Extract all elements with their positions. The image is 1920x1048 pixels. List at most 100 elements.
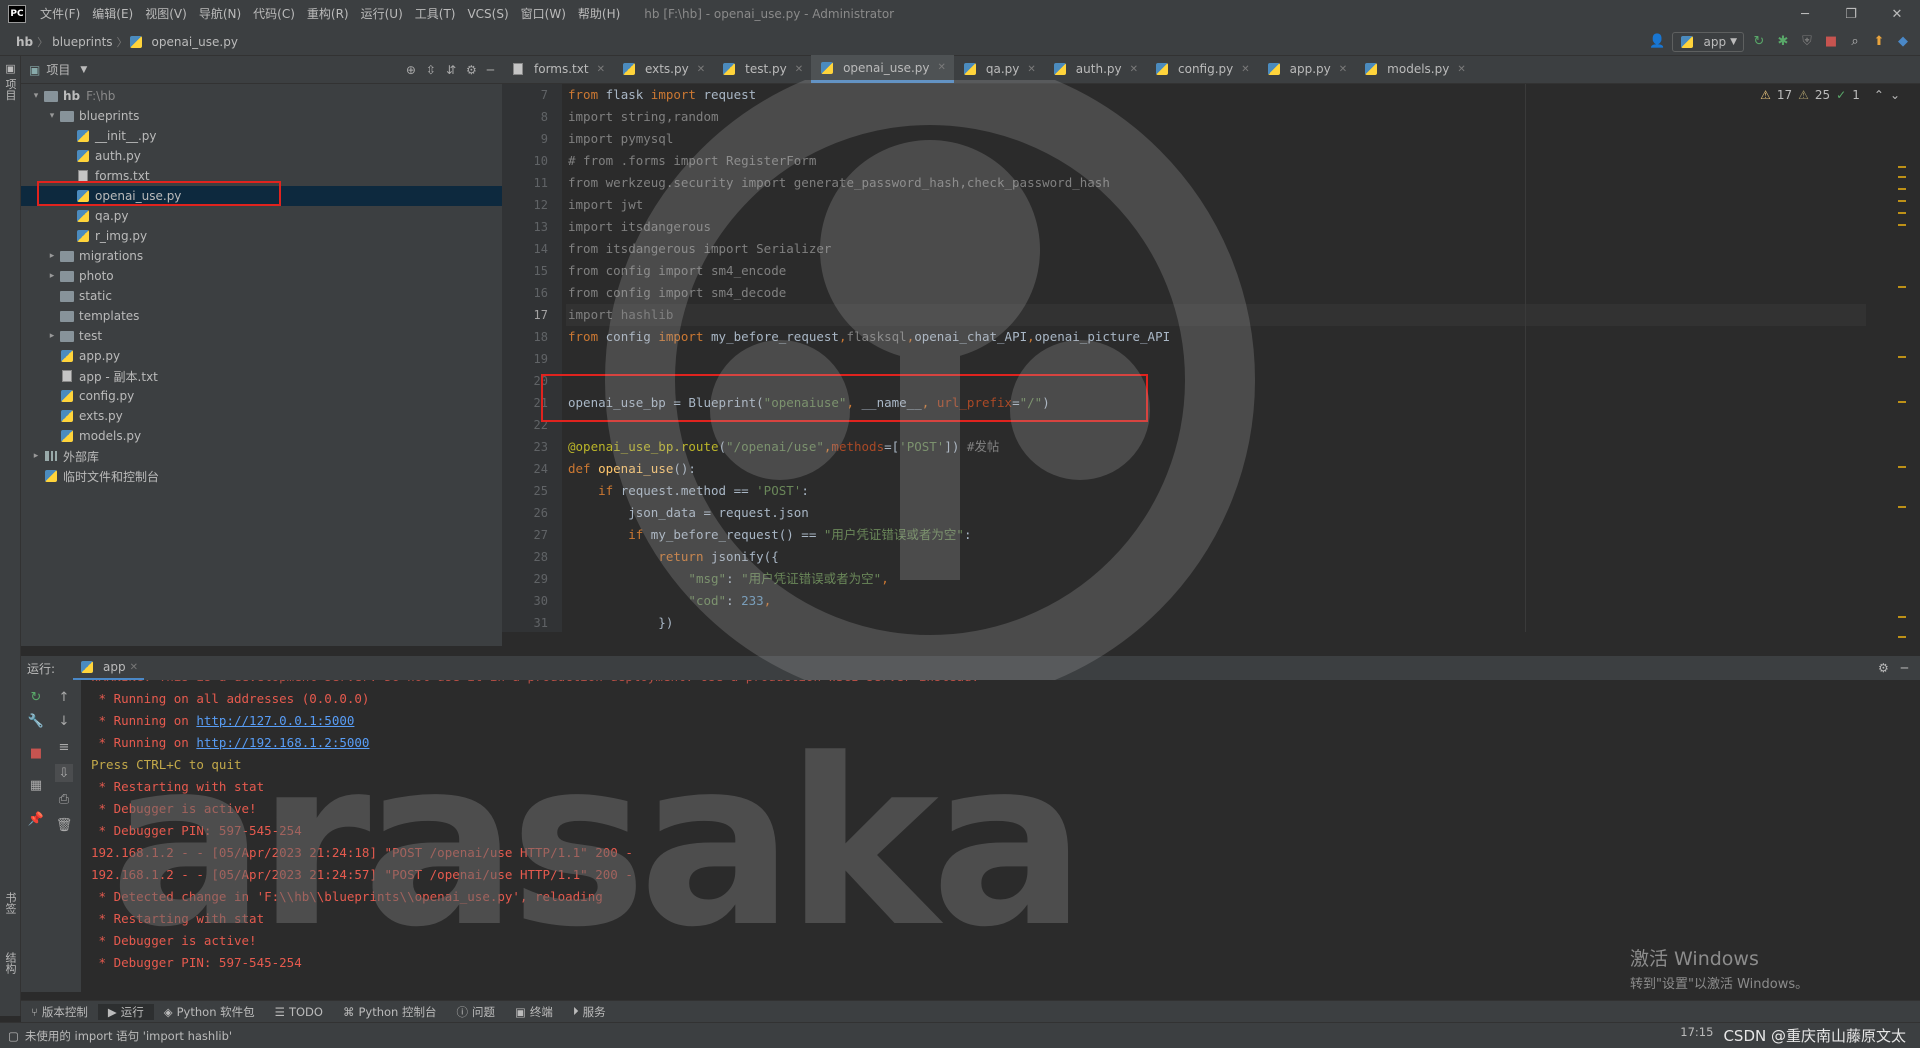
breadcrumb-project[interactable]: hb	[12, 35, 37, 49]
close-icon[interactable]: ✕	[1027, 64, 1035, 75]
console-link[interactable]: http://192.168.1.2:5000	[196, 735, 369, 750]
run-config-selector[interactable]: app ▼	[1672, 31, 1744, 52]
editor-tab[interactable]: test.py ✕	[713, 55, 811, 83]
menu-item[interactable]: 重构(R)	[301, 0, 355, 28]
arrow-up-icon[interactable]: ↑	[55, 688, 73, 706]
stop-icon[interactable]: ■	[27, 744, 45, 762]
bottom-tab[interactable]: ⏵ 服务	[563, 1004, 616, 1020]
breadcrumb-folder[interactable]: blueprints	[48, 35, 116, 49]
user-icon[interactable]: 👤	[1648, 33, 1666, 51]
bottom-tab[interactable]: ⑂ 版本控制	[21, 1004, 98, 1020]
editor-tab[interactable]: forms.txt ✕	[502, 55, 613, 83]
editor-tab[interactable]: app.py ✕	[1258, 55, 1356, 83]
project-tool-tab[interactable]: ▣ 项目	[0, 56, 20, 107]
menu-item[interactable]: 代码(C)	[247, 0, 301, 28]
chevron-down-icon[interactable]: ▼	[80, 65, 87, 75]
menu-item[interactable]: 视图(V)	[139, 0, 193, 28]
close-icon[interactable]: ✕	[938, 62, 946, 73]
editor-tab[interactable]: models.py ✕	[1355, 55, 1474, 83]
editor-tab[interactable]: qa.py ✕	[954, 55, 1044, 83]
console-link[interactable]: http://127.0.0.1:5000	[196, 713, 354, 728]
tree-item[interactable]: static	[21, 286, 502, 306]
layout-icon[interactable]: ▦	[27, 776, 45, 794]
menu-item[interactable]: 编辑(E)	[86, 0, 139, 28]
soft-wrap-icon[interactable]: ≡	[55, 738, 73, 756]
tree-item[interactable]: models.py	[21, 426, 502, 446]
run-tab-app[interactable]: app ✕	[73, 656, 145, 680]
search-icon[interactable]: ⌕	[1846, 33, 1864, 51]
chevron-right-icon[interactable]: ▸	[45, 251, 59, 261]
tree-item[interactable]: app.py	[21, 346, 502, 366]
chevron-down-icon[interactable]: ▾	[29, 91, 43, 101]
tree-item[interactable]: app - 副本.txt	[21, 366, 502, 386]
update-icon[interactable]: ⬆	[1870, 33, 1888, 51]
chevron-right-icon[interactable]: ▸	[45, 271, 59, 281]
maximize-button[interactable]: ❐	[1828, 0, 1874, 28]
close-icon[interactable]: ✕	[1339, 64, 1347, 75]
bottom-tab[interactable]: ▶ 运行	[97, 1003, 154, 1020]
rerun-icon[interactable]: ↻	[1750, 33, 1768, 51]
hide-icon[interactable]: ─	[487, 63, 494, 77]
error-stripe[interactable]	[1898, 166, 1906, 646]
arrow-down-icon[interactable]: ↓	[55, 712, 73, 730]
close-icon[interactable]: ✕	[697, 64, 705, 75]
menu-item[interactable]: 窗口(W)	[515, 0, 572, 28]
chevron-down-icon[interactable]: ▾	[45, 111, 59, 121]
chevron-right-icon[interactable]: ▸	[45, 331, 59, 341]
tree-item[interactable]: exts.py	[21, 406, 502, 426]
close-icon[interactable]: ✕	[1130, 64, 1138, 75]
status-message[interactable]: 未使用的 import 语句 'import hashlib'	[25, 1028, 232, 1044]
chevron-right-icon[interactable]: ▸	[29, 451, 43, 461]
caret-position[interactable]: 17:15	[1680, 1025, 1713, 1046]
tree-item[interactable]: auth.py	[21, 146, 502, 166]
menu-item[interactable]: 工具(T)	[409, 0, 462, 28]
gear-icon[interactable]: ⚙	[1878, 661, 1889, 675]
inspection-widget[interactable]: ⚠ 17 ⚠ 25 ✓ 1 ⌃ ⌄	[1760, 88, 1900, 102]
tree-item[interactable]: ▸ 外部库	[21, 446, 502, 466]
collapse-all-icon[interactable]: ⇵	[446, 63, 456, 77]
menu-item[interactable]: 运行(U)	[355, 0, 409, 28]
close-icon[interactable]: ✕	[130, 662, 138, 673]
close-button[interactable]: ✕	[1874, 0, 1920, 28]
editor-tab[interactable]: config.py ✕	[1146, 55, 1258, 83]
tree-item[interactable]: __init__.py	[21, 126, 502, 146]
tree-item[interactable]: ▸ test	[21, 326, 502, 346]
structure-tool-tab[interactable]: 结构	[0, 946, 20, 980]
minimize-button[interactable]: ─	[1782, 0, 1828, 28]
hide-icon[interactable]: ─	[1901, 661, 1908, 675]
coverage-icon[interactable]: ⛨	[1798, 33, 1816, 51]
stop-icon[interactable]: ■	[1822, 33, 1840, 51]
tree-item[interactable]: templates	[21, 306, 502, 326]
menu-item[interactable]: VCS(S)	[461, 0, 514, 28]
bookmarks-tool-tab[interactable]: 书签	[0, 886, 20, 920]
bottom-tab[interactable]: ◈ Python 软件包	[154, 1004, 265, 1020]
bottom-tab[interactable]: ⌘ Python 控制台	[333, 1004, 447, 1020]
print-icon[interactable]: ⎙	[55, 790, 73, 808]
gear-icon[interactable]: ⚙	[466, 63, 477, 77]
tree-item[interactable]: ▸ migrations	[21, 246, 502, 266]
tree-item[interactable]: config.py	[21, 386, 502, 406]
status-toggle-icon[interactable]: ▢	[8, 1029, 19, 1043]
tree-item[interactable]: qa.py	[21, 206, 502, 226]
tree-item[interactable]: ▾ hb F:\hb	[21, 86, 502, 106]
rerun-icon[interactable]: ↻	[27, 688, 45, 706]
chevron-up-icon[interactable]: ⌃	[1874, 88, 1884, 102]
bottom-tab[interactable]: ▣ 终端	[505, 1004, 563, 1020]
editor-tab[interactable]: exts.py ✕	[613, 55, 713, 83]
code-area[interactable]: from flask import request import string,…	[566, 84, 1866, 632]
pin-icon[interactable]: 📌	[27, 810, 45, 828]
menu-item[interactable]: 文件(F)	[34, 0, 86, 28]
wrench-icon[interactable]: 🔧	[27, 712, 45, 730]
debug-icon[interactable]: ✱	[1774, 33, 1792, 51]
tree-item[interactable]: ▸ photo	[21, 266, 502, 286]
breadcrumb-file[interactable]: openai_use.py	[148, 35, 242, 49]
bottom-tab[interactable]: ⓘ 问题	[446, 1004, 505, 1020]
locate-icon[interactable]: ⊕	[406, 63, 416, 77]
close-icon[interactable]: ✕	[597, 64, 605, 75]
trash-icon[interactable]: 🗑	[55, 816, 73, 834]
tree-item[interactable]: ▾ blueprints	[21, 106, 502, 126]
close-icon[interactable]: ✕	[1241, 64, 1249, 75]
close-icon[interactable]: ✕	[1457, 64, 1465, 75]
menu-item[interactable]: 导航(N)	[193, 0, 247, 28]
bottom-tab[interactable]: ☰ TODO	[265, 1005, 333, 1019]
